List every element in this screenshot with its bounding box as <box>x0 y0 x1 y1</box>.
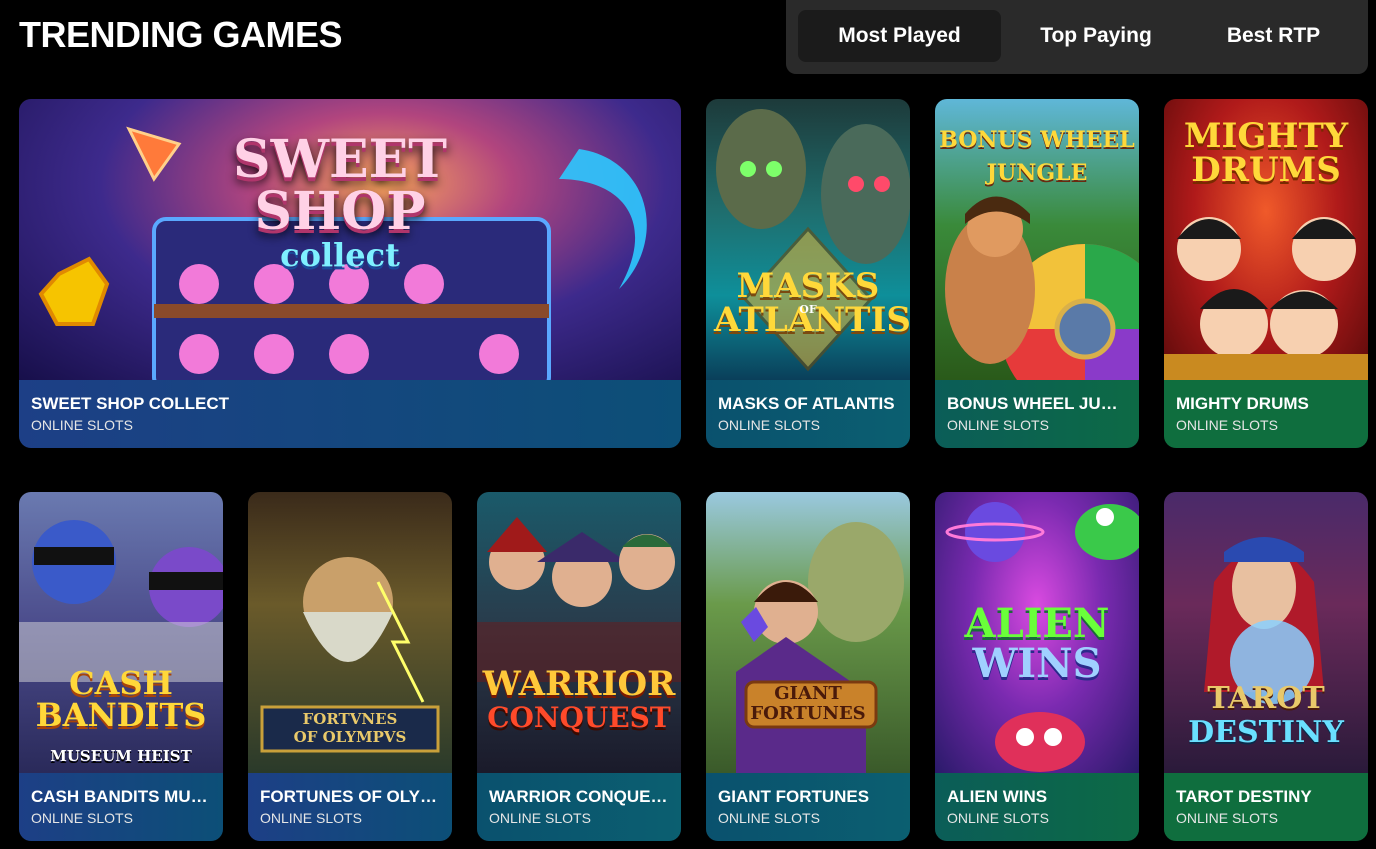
tab-best-rtp[interactable]: Best RTP <box>1191 10 1356 62</box>
game-info-bar: TAROT DESTINY ONLINE SLOTS <box>1164 773 1368 841</box>
game-thumbnail: GIANT FORTUNES <box>706 492 910 773</box>
game-info-bar: FORTUNES OF OLYM... ONLINE SLOTS <box>248 773 452 841</box>
game-logo-sub: DRUMS <box>1191 150 1341 190</box>
game-logo-sub: JUNGLE <box>986 160 1088 186</box>
game-logo-sub: CONQUEST <box>487 701 671 734</box>
game-name: MIGHTY DRUMS <box>1176 394 1309 413</box>
game-card-bonus-wheel-jungle[interactable]: BONUS WHEEL JUNGLE BONUS WHEEL JUN... ON… <box>935 99 1139 448</box>
game-info-bar: GIANT FORTUNES ONLINE SLOTS <box>706 773 910 841</box>
game-thumbnail: FORTVNES OF OLYMPVS <box>248 492 452 773</box>
game-card-sweet-shop-collect[interactable]: SWEET SHOP collect SWEET SHOP COLLECT ON… <box>19 99 681 448</box>
game-name: SWEET SHOP COLLECT <box>31 394 230 413</box>
game-logo-text: CASH BANDITS <box>35 664 207 734</box>
game-logo-text: MIGHTY <box>1183 116 1349 156</box>
game-name: TAROT DESTINY <box>1176 787 1312 806</box>
sort-tabs: Most Played Top Paying Best RTP <box>786 0 1368 74</box>
game-logo-sub: OF <box>799 303 817 316</box>
game-card-tarot-destiny[interactable]: TAROT DESTINY TAROT DESTINY ONLINE SLOTS <box>1164 492 1368 841</box>
section-title: TRENDING GAMES <box>19 14 343 55</box>
game-card-fortunes-of-olympus[interactable]: FORTVNES OF OLYMPVS FORTUNES OF OLYM... … <box>248 492 452 841</box>
game-name: CASH BANDITS MUS... <box>31 787 211 806</box>
game-logo-text: SWEET SHOP <box>233 129 447 242</box>
game-category: ONLINE SLOTS <box>260 810 362 826</box>
game-logo-text: BONUS WHEEL <box>939 127 1135 153</box>
game-thumbnail: MASKS ATLANTIS OF <box>706 99 910 380</box>
game-info-bar: MASKS OF ATLANTIS ONLINE SLOTS <box>706 380 910 448</box>
giant-decor-icon <box>736 522 904 773</box>
game-card-warrior-conquest[interactable]: WARRIOR CONQUEST WARRIOR CONQUEST ONLINE… <box>477 492 681 841</box>
game-name: ALIEN WINS <box>947 787 1048 806</box>
game-logo-text: WARRIOR <box>482 664 676 704</box>
tab-top-paying[interactable]: Top Paying <box>1001 10 1191 62</box>
game-info-bar: WARRIOR CONQUEST ONLINE SLOTS <box>477 773 681 841</box>
game-logo-text: TAROT <box>1207 681 1325 716</box>
game-logo-sub: WINS <box>972 640 1102 687</box>
game-category: ONLINE SLOTS <box>1176 417 1278 433</box>
game-card-giant-fortunes[interactable]: GIANT FORTUNES GIANT FORTUNES ONLINE SLO… <box>706 492 910 841</box>
game-name: FORTUNES OF OLYM... <box>260 787 440 806</box>
game-category: ONLINE SLOTS <box>718 417 820 433</box>
game-logo-text: ALIEN <box>964 600 1110 647</box>
game-info-bar: ALIEN WINS ONLINE SLOTS <box>935 773 1139 841</box>
game-logo-text: FORTVNES <box>302 710 398 728</box>
game-logo-sub: DESTINY <box>1188 715 1344 750</box>
game-name: MASKS OF ATLANTIS <box>718 394 895 413</box>
game-category: ONLINE SLOTS <box>718 810 820 826</box>
game-category: ONLINE SLOTS <box>947 810 1049 826</box>
game-name: WARRIOR CONQUEST <box>489 787 669 806</box>
game-thumbnail: SWEET SHOP collect <box>19 99 681 380</box>
game-logo-text: GIANT <box>774 683 842 704</box>
game-card-cash-bandits[interactable]: CASH BANDITS MUSEUM HEIST CASH BANDITS M… <box>19 492 223 841</box>
game-thumbnail: CASH BANDITS MUSEUM HEIST <box>19 492 223 773</box>
game-card-alien-wins[interactable]: ALIEN WINS ALIEN WINS ONLINE SLOTS <box>935 492 1139 841</box>
game-category: ONLINE SLOTS <box>489 810 591 826</box>
game-logo-sub: FORTUNES <box>750 703 866 724</box>
game-category: ONLINE SLOTS <box>1176 810 1278 826</box>
game-category: ONLINE SLOTS <box>947 417 1049 433</box>
game-info-bar: MIGHTY DRUMS ONLINE SLOTS <box>1164 380 1368 448</box>
game-thumbnail: MIGHTY DRUMS <box>1164 99 1368 380</box>
game-category: ONLINE SLOTS <box>31 810 133 826</box>
game-thumbnail: TAROT DESTINY <box>1164 492 1368 773</box>
game-logo-sub: OF OLYMPVS <box>293 728 407 746</box>
game-thumbnail: ALIEN WINS <box>935 492 1139 773</box>
game-name: BONUS WHEEL JUN... <box>947 394 1127 413</box>
game-thumbnail: BONUS WHEEL JUNGLE <box>935 99 1139 380</box>
game-thumbnail: WARRIOR CONQUEST <box>477 492 681 773</box>
game-logo-sub: MUSEUM HEIST <box>50 747 192 765</box>
game-info-bar: BONUS WHEEL JUN... ONLINE SLOTS <box>935 380 1139 448</box>
game-name: GIANT FORTUNES <box>718 787 870 806</box>
game-category: ONLINE SLOTS <box>31 417 133 433</box>
game-info-bar: SWEET SHOP COLLECT ONLINE SLOTS <box>19 380 681 448</box>
game-card-masks-of-atlantis[interactable]: MASKS ATLANTIS OF MASKS OF ATLANTIS ONLI… <box>706 99 910 448</box>
tab-most-played[interactable]: Most Played <box>798 10 1001 62</box>
game-info-bar: CASH BANDITS MUS... ONLINE SLOTS <box>19 773 223 841</box>
game-card-mighty-drums[interactable]: MIGHTY DRUMS MIGHTY DRUMS ONLINE SLOTS <box>1164 99 1368 448</box>
game-logo-sub: collect <box>280 236 400 274</box>
